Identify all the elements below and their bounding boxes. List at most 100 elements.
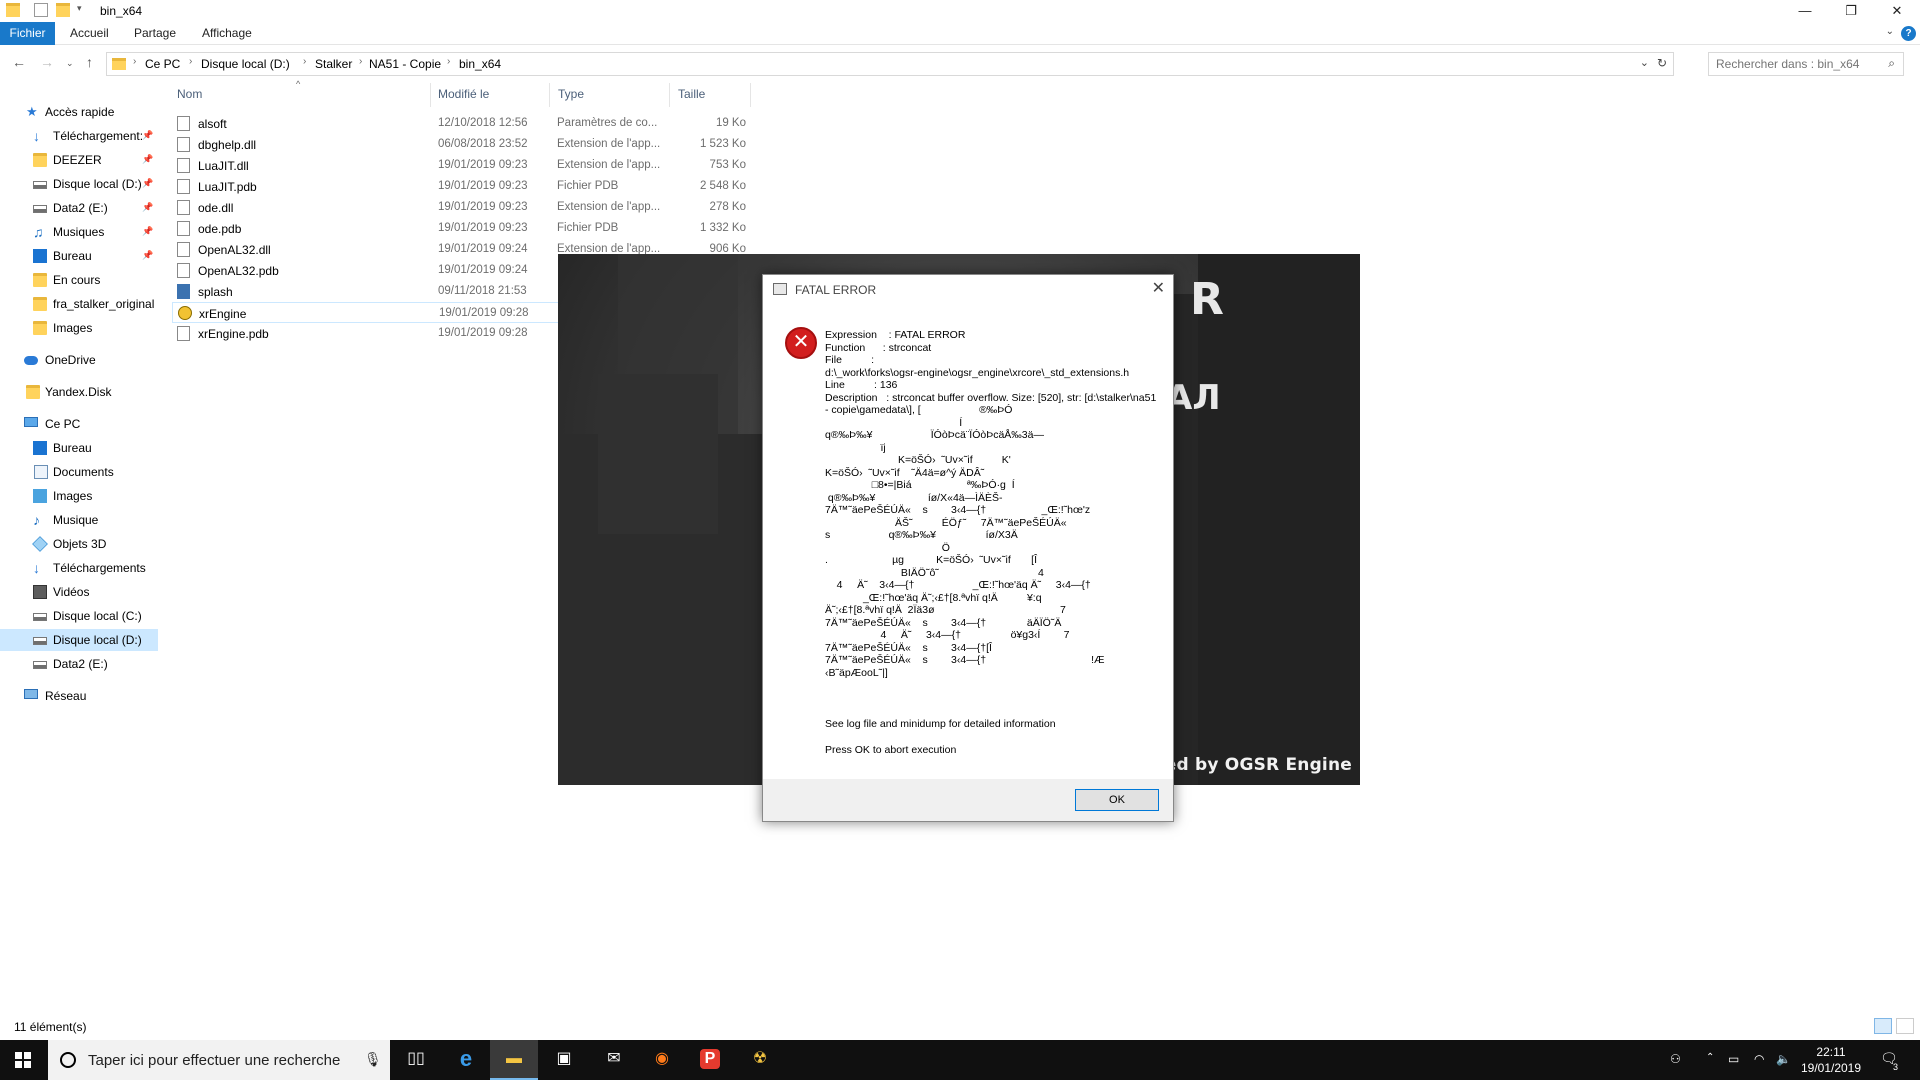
search-input[interactable] [1716,54,1876,74]
sidebar-item-ce-pc[interactable]: Ce PC [0,413,158,435]
crumb-disque-local-d[interactable]: Disque local (D:) [201,57,290,71]
start-button[interactable] [0,1040,48,1080]
file-row-alsoft[interactable]: alsoft 12/10/2018 12:56 Paramètres de co… [172,113,758,134]
column-header-taille[interactable]: Taille [678,87,705,101]
volume-icon[interactable]: 🔈 [1776,1052,1791,1066]
large-icons-view-icon[interactable] [1896,1018,1914,1034]
sidebar-item-deezer[interactable]: DEEZER 📌 [0,149,158,171]
sidebar-item-data2[interactable]: Data2 (E:) [0,653,158,675]
file-row-luajit-pdb[interactable]: LuaJIT.pdb 19/01/2019 09:23 Fichier PDB … [172,176,758,197]
sidebar-item-images-quick[interactable]: Images [0,317,158,339]
file-name: alsoft [198,117,227,131]
forward-arrow-icon[interactable]: → [40,54,54,70]
sidebar-item-bureau[interactable]: Bureau [0,437,158,459]
file-explorer-button[interactable]: ▬ [490,1040,538,1080]
details-view-icon[interactable] [1874,1018,1892,1034]
sidebar-item-disque-d[interactable]: Disque local (D:) [0,629,158,651]
pocket-casts-button[interactable]: P [686,1040,734,1080]
file-row-ode-dll[interactable]: ode.dll 19/01/2019 09:23 Extension de l'… [172,197,758,218]
sidebar-item-onedrive[interactable]: OneDrive [0,349,158,371]
column-header-modifie-le[interactable]: Modifié le [438,87,489,101]
folder-icon[interactable] [6,3,20,17]
stalker-button[interactable]: ☢ [736,1040,784,1080]
close-icon[interactable]: ✕ [1152,278,1165,298]
chevron-right-icon[interactable]: › [303,56,306,67]
recent-locations-icon[interactable]: ⌄ [66,58,74,69]
sidebar-item-bureau-pinned[interactable]: Bureau 📌 [0,245,158,267]
pin-icon[interactable]: 📌 [142,154,153,165]
chevron-right-icon[interactable]: › [133,56,136,67]
new-folder-icon[interactable] [56,3,70,17]
wifi-icon[interactable]: ◠ [1754,1052,1764,1066]
customize-quick-access-icon[interactable]: ▾ [77,3,91,17]
sidebar-item-acces-rapide[interactable]: ★ Accès rapide [0,101,158,123]
task-view-button[interactable]: ▯▯ [392,1040,440,1080]
close-button[interactable]: ✕ [1874,0,1920,22]
tab-partage[interactable]: Partage [124,22,186,45]
clock[interactable]: 22:11 19/01/2019 [1796,1044,1866,1076]
minimize-button[interactable]: — [1782,0,1828,22]
back-arrow-icon[interactable]: ← [12,54,26,70]
microphone-icon[interactable]: 🎙 [364,1051,382,1068]
sidebar-item-yandex-disk[interactable]: Yandex.Disk [0,381,158,403]
sidebar-item-objets-3d[interactable]: Objets 3D [0,533,158,555]
address-dropdown-icon[interactable]: ⌄ [1640,56,1649,69]
ok-button[interactable]: OK [1075,789,1159,811]
search-box[interactable]: ⌕ [1708,52,1904,76]
crumb-bin-x64[interactable]: bin_x64 [459,57,501,71]
chevron-right-icon[interactable]: › [447,56,450,67]
crumb-ce-pc[interactable]: Ce PC [145,57,180,71]
column-divider[interactable] [430,83,431,107]
tab-accueil[interactable]: Accueil [60,22,119,45]
tab-affichage[interactable]: Affichage [192,22,262,45]
sidebar-item-documents[interactable]: Documents [0,461,158,483]
pin-icon[interactable]: 📌 [142,202,153,213]
edge-button[interactable]: e [442,1040,490,1080]
crumb-na51-copie[interactable]: NA51 - Copie [369,57,441,71]
sidebar-item-reseau[interactable]: Réseau [0,685,158,707]
mail-button[interactable]: ✉ [590,1040,638,1080]
refresh-icon[interactable]: ↻ [1657,56,1667,70]
sidebar-item-images[interactable]: Images [0,485,158,507]
pin-icon[interactable]: 📌 [142,226,153,237]
taskbar-search-box[interactable]: Taper ici pour effectuer une recherche 🎙 [48,1040,390,1080]
chevron-right-icon[interactable]: › [359,56,362,67]
sidebar-item-musiques[interactable]: ♫ Musiques 📌 [0,221,158,243]
chevron-right-icon[interactable]: › [189,56,192,67]
column-divider[interactable] [669,83,670,107]
file-row-dbghelp-dll[interactable]: dbghelp.dll 06/08/2018 23:52 Extension d… [172,134,758,155]
sidebar-item-disque-d-pinned[interactable]: Disque local (D:) 📌 [0,173,158,195]
pin-icon[interactable]: 📌 [142,250,153,261]
column-header-type[interactable]: Type [558,87,584,101]
sidebar-item-disque-c[interactable]: Disque local (C:) [0,605,158,627]
firefox-button[interactable]: ◉ [638,1040,686,1080]
file-row-ode-pdb[interactable]: ode.pdb 19/01/2019 09:23 Fichier PDB 1 3… [172,218,758,239]
sidebar-item-videos[interactable]: Vidéos [0,581,158,603]
sidebar-item-en-cours[interactable]: En cours [0,269,158,291]
sidebar-item-musique[interactable]: ♪ Musique [0,509,158,531]
expand-ribbon-icon[interactable]: ⌄ [1886,26,1894,37]
people-icon[interactable]: ⚇ [1670,1052,1681,1066]
up-arrow-icon[interactable]: ↑ [86,54,93,70]
properties-icon[interactable] [34,3,48,17]
sidebar-item-data2-pinned[interactable]: Data2 (E:) 📌 [0,197,158,219]
store-button[interactable]: ▣ [540,1040,588,1080]
search-icon[interactable]: ⌕ [1888,56,1895,71]
show-hidden-icons-icon[interactable]: ⌃ [1706,1052,1714,1063]
battery-icon[interactable]: ▭ [1728,1052,1739,1066]
help-icon[interactable]: ? [1901,26,1916,41]
column-divider[interactable] [549,83,550,107]
sidebar-item-fra-stalker-original[interactable]: fra_stalker_original [0,293,158,315]
column-divider[interactable] [750,83,751,107]
crumb-stalker[interactable]: Stalker [315,57,352,71]
pin-icon[interactable]: 📌 [142,130,153,141]
maximize-button[interactable]: ❐ [1828,0,1874,22]
file-row-luajit-dll[interactable]: LuaJIT.dll 19/01/2019 09:23 Extension de… [172,155,758,176]
column-header-nom[interactable]: Nom [177,87,202,101]
sidebar-item-telechargement[interactable]: ↓ Téléchargement: 📌 [0,125,158,147]
tab-fichier[interactable]: Fichier [0,22,55,45]
sidebar-item-telechargements[interactable]: ↓ Téléchargements [0,557,158,579]
address-bar[interactable]: › Ce PC › Disque local (D:) › Stalker › … [106,52,1674,76]
sidebar-item-label: Data2 (E:) [53,201,108,215]
pin-icon[interactable]: 📌 [142,178,153,189]
